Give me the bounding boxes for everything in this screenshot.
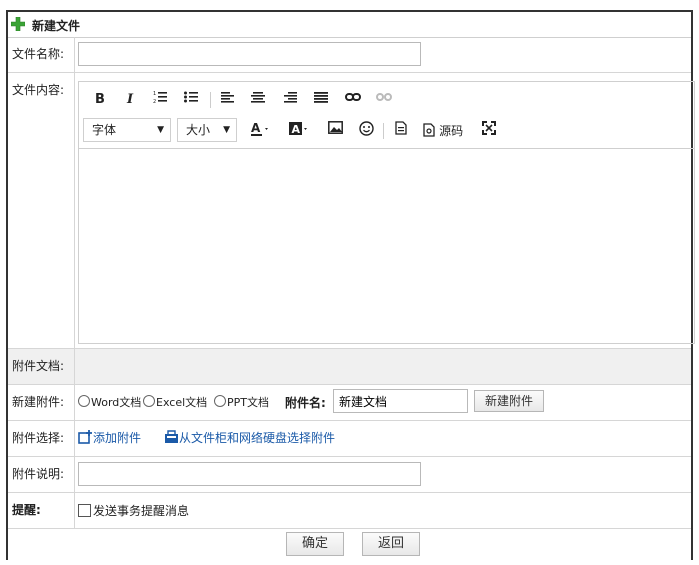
filename-input[interactable]: [78, 42, 421, 66]
add-attachment-link[interactable]: 添加附件: [78, 429, 141, 446]
editor-toolbar-row1: B I 12: [79, 85, 694, 115]
content-label: 文件内容:: [12, 83, 65, 97]
attachment-select-label: 附件选择:: [12, 431, 65, 445]
add-icon: [11, 17, 25, 31]
radio-excel[interactable]: Excel文档: [143, 394, 207, 410]
add-attachment-icon: [78, 430, 92, 444]
align-center-icon[interactable]: [250, 90, 266, 110]
emoticon-icon[interactable]: [357, 121, 375, 141]
source-code-button[interactable]: 源码: [423, 121, 471, 141]
rich-text-editor: B I 12 字体 ▼ 大小 ▼ A A 源码: [78, 81, 695, 344]
svg-text:1: 1: [153, 91, 156, 97]
back-button[interactable]: 返回: [362, 532, 420, 556]
remind-label: 提醒:: [12, 503, 41, 517]
remind-row: 提醒: 发送事务提醒消息: [8, 493, 691, 529]
svg-text:A: A: [251, 121, 261, 135]
attachment-doc-row: 附件文档:: [8, 349, 691, 385]
radio-ppt[interactable]: PPT文档: [214, 394, 269, 410]
attachment-desc-input[interactable]: [78, 462, 421, 486]
radio-word[interactable]: Word文档: [78, 394, 141, 410]
chevron-down-icon: ▼: [157, 125, 164, 135]
ordered-list-icon[interactable]: 12: [152, 90, 168, 110]
background-color-icon[interactable]: A: [288, 121, 312, 141]
attachment-name-input[interactable]: [333, 389, 468, 413]
italic-button[interactable]: I: [123, 90, 137, 110]
font-size-select[interactable]: 大小 ▼: [177, 118, 237, 142]
attachment-select-row: 附件选择: 添加附件 从文件柜和网络硬盘选择附件: [8, 421, 691, 457]
filename-row: 文件名称:: [8, 37, 691, 73]
editor-toolbar-row2: 字体 ▼ 大小 ▼ A A 源码: [79, 116, 694, 146]
select-from-cabinet-link[interactable]: 从文件柜和网络硬盘选择附件: [164, 429, 335, 446]
file-cabinet-icon: [165, 430, 178, 443]
svg-text:A: A: [292, 123, 301, 136]
font-family-select[interactable]: 字体 ▼: [83, 118, 171, 142]
panel-header: 新建文件: [8, 12, 691, 38]
source-code-icon: [423, 123, 435, 137]
new-attachment-label: 新建附件:: [12, 395, 65, 409]
unlink-icon[interactable]: [375, 90, 393, 110]
new-file-panel: 新建文件 文件名称: 文件内容: B I 12 字体 ▼ 大小 ▼ A A 源码…: [6, 10, 695, 560]
align-left-icon[interactable]: [220, 90, 236, 110]
align-right-icon[interactable]: [282, 90, 298, 110]
fullscreen-icon[interactable]: [479, 121, 499, 141]
link-icon[interactable]: [344, 90, 362, 110]
content-row: 文件内容: B I 12 字体 ▼ 大小 ▼ A A 源码: [8, 73, 695, 349]
filename-label: 文件名称:: [12, 47, 65, 61]
create-attachment-button[interactable]: 新建附件: [474, 390, 544, 412]
attachment-desc-row: 附件说明:: [8, 457, 691, 493]
svg-text:2: 2: [153, 99, 156, 104]
attachment-desc-label: 附件说明:: [12, 467, 65, 481]
editor-content-area[interactable]: [79, 148, 694, 345]
ok-button[interactable]: 确定: [286, 532, 344, 556]
send-reminder-checkbox[interactable]: 发送事务提醒消息: [78, 502, 189, 519]
new-attachment-row: 新建附件: Word文档 Excel文档 PPT文档 附件名: 新建附件: [8, 385, 691, 421]
attachment-doc-label: 附件文档:: [12, 359, 65, 373]
panel-title: 新建文件: [32, 19, 81, 33]
attachment-name-label: 附件名:: [285, 396, 326, 410]
unordered-list-icon[interactable]: [183, 90, 199, 110]
chevron-down-icon: ▼: [223, 125, 230, 135]
document-icon[interactable]: [393, 121, 409, 141]
bold-button[interactable]: B: [93, 90, 107, 110]
image-icon[interactable]: [326, 121, 344, 141]
align-justify-icon[interactable]: [313, 90, 329, 110]
font-color-icon[interactable]: A: [249, 121, 273, 141]
